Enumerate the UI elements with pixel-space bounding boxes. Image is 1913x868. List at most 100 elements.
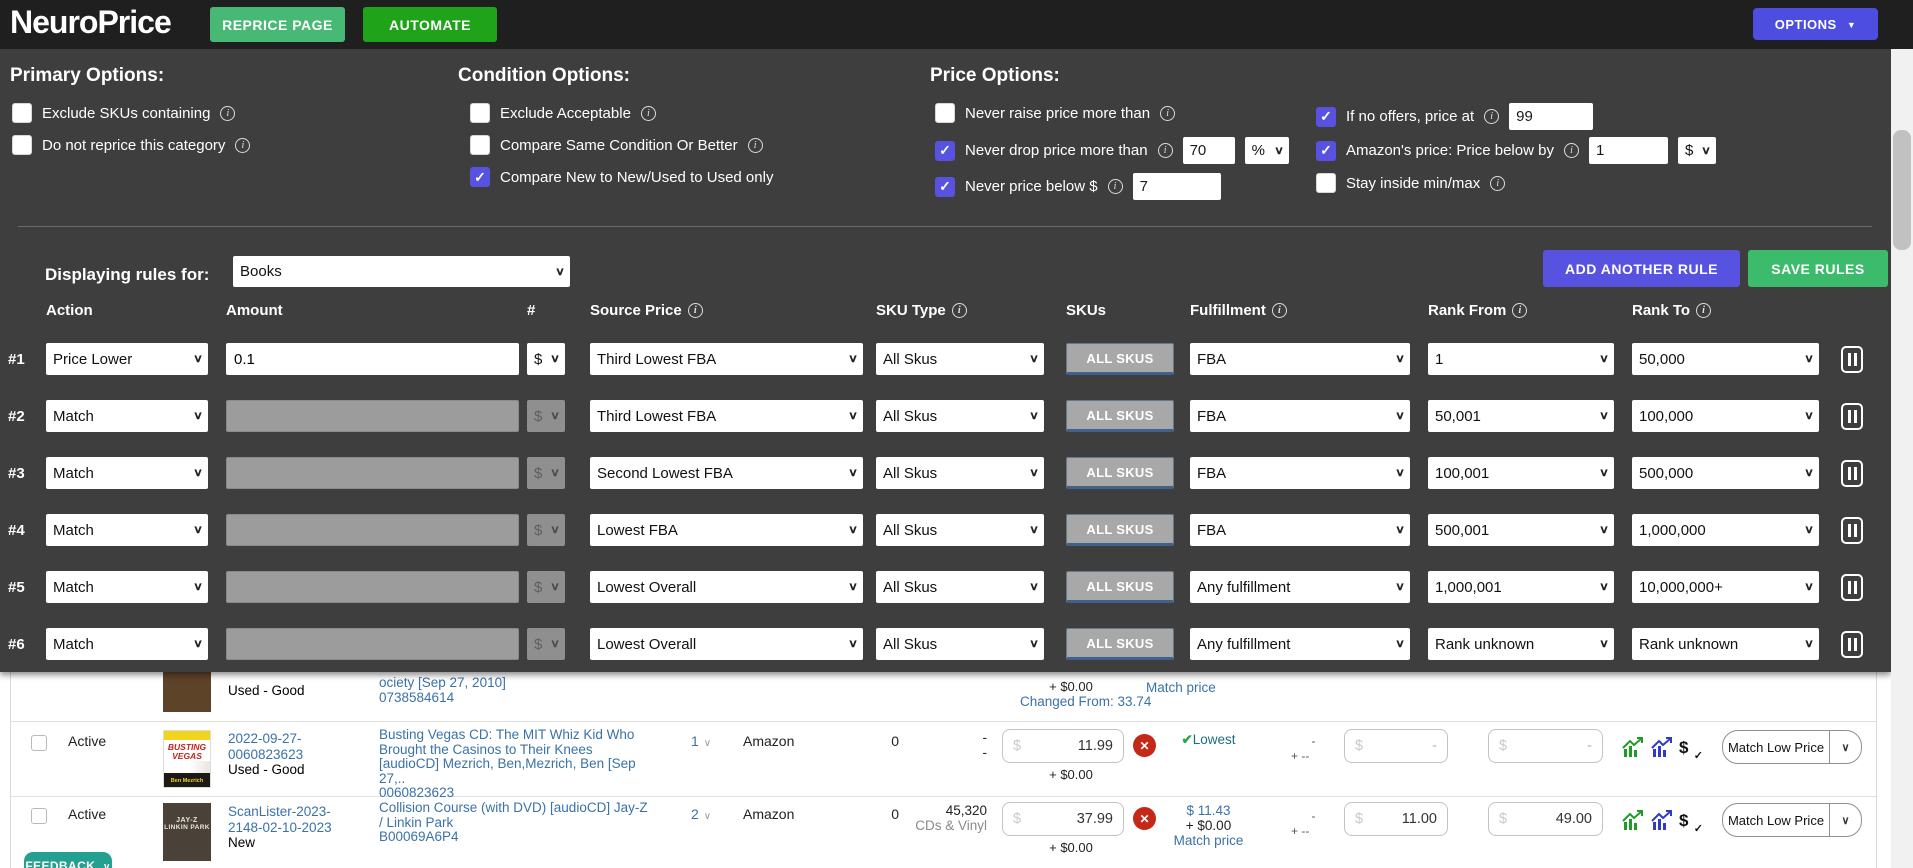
clear-price-icon[interactable]: ✕ (1133, 807, 1156, 830)
info-icon[interactable]: i (1564, 143, 1579, 158)
match-low-price-dropdown[interactable]: ∨ (1829, 731, 1861, 763)
price-history-chart-icon-green[interactable] (1621, 736, 1645, 760)
source-price-select[interactable]: Lowest FBA (590, 514, 863, 546)
dollar-check-icon[interactable]: $✓ (1679, 738, 1699, 758)
never-raise-price-checkbox[interactable] (935, 103, 955, 123)
sku-type-select[interactable]: All Skus (876, 400, 1044, 432)
scrollbar-thumb[interactable] (1893, 130, 1911, 250)
category-select[interactable]: Books (233, 256, 570, 287)
fulfillment-select[interactable]: FBA (1190, 457, 1410, 489)
all-skus-button[interactable]: ALL SKUS (1066, 514, 1174, 546)
info-icon[interactable]: i (1160, 106, 1175, 121)
rank-to-select[interactable]: 10,000,000+ (1632, 571, 1819, 603)
pause-rule-button[interactable] (1841, 403, 1863, 430)
rank-from-select[interactable]: 1,000,001 (1428, 571, 1614, 603)
drop-unit-select[interactable]: % (1245, 137, 1289, 164)
sku-type-select[interactable]: All Skus (876, 514, 1044, 546)
match-low-price-button[interactable]: Match Low Price ∨ (1722, 803, 1862, 837)
price-history-chart-icon-blue[interactable] (1650, 809, 1674, 833)
product-title-link[interactable]: Collision Course (with DVD) [audioCD] Ja… (379, 800, 648, 830)
price-input[interactable]: $ 11.99 (1002, 729, 1124, 763)
no-reprice-category-checkbox[interactable] (12, 135, 32, 155)
sku-type-select[interactable]: All Skus (876, 571, 1044, 603)
action-select[interactable]: Match (46, 400, 208, 432)
fulfillment-select[interactable]: Any fulfillment (1190, 628, 1410, 660)
feedback-button[interactable]: FEEDBACK ∨ (24, 852, 112, 868)
pause-rule-button[interactable] (1841, 631, 1863, 658)
rank-from-select[interactable]: 1 (1428, 343, 1614, 375)
price-input[interactable]: $ 37.99 (1002, 802, 1124, 836)
all-skus-button[interactable]: ALL SKUS (1066, 343, 1174, 375)
price-history-chart-icon-blue[interactable] (1650, 736, 1674, 760)
dollar-check-icon[interactable]: $✓ (1679, 811, 1699, 831)
info-icon[interactable]: i (641, 106, 656, 121)
min-price-input[interactable]: $ 11.00 (1344, 802, 1448, 836)
rank-from-select[interactable]: Rank unknown (1428, 628, 1614, 660)
rank-from-select[interactable]: 500,001 (1428, 514, 1614, 546)
match-low-price-dropdown[interactable]: ∨ (1829, 804, 1861, 836)
exclude-acceptable-checkbox[interactable] (470, 103, 490, 123)
compare-new-to-new-checkbox[interactable]: ✓ (470, 167, 490, 187)
all-skus-button[interactable]: ALL SKUS (1066, 628, 1174, 660)
info-icon[interactable]: i (235, 138, 250, 153)
clear-price-icon[interactable]: ✕ (1133, 734, 1156, 757)
match-low-price-button[interactable]: Match Low Price ∨ (1722, 730, 1862, 764)
fulfillment-select[interactable]: Any fulfillment (1190, 571, 1410, 603)
pause-rule-button[interactable] (1841, 517, 1863, 544)
info-icon[interactable]: i (748, 138, 763, 153)
info-icon[interactable]: i (1490, 176, 1505, 191)
amazon-below-unit-select[interactable]: $ (1678, 137, 1716, 164)
all-skus-button[interactable]: ALL SKUS (1066, 457, 1174, 489)
pause-rule-button[interactable] (1841, 574, 1863, 601)
fulfillment-select[interactable]: FBA (1190, 343, 1410, 375)
fulfillment-select[interactable]: FBA (1190, 514, 1410, 546)
info-icon[interactable]: i (1158, 143, 1173, 158)
never-price-below-checkbox[interactable]: ✓ (935, 177, 955, 197)
info-icon[interactable]: i (952, 303, 967, 318)
quantity-dropdown[interactable]: 1∨ (691, 733, 711, 749)
info-icon[interactable]: i (1108, 179, 1123, 194)
action-select[interactable]: Match (46, 571, 208, 603)
min-price-input[interactable]: $ - (1344, 729, 1448, 763)
action-select[interactable]: Match (46, 457, 208, 489)
sku-text[interactable]: ScanLister-2023- (228, 804, 373, 820)
pause-rule-button[interactable] (1841, 346, 1863, 373)
all-skus-button[interactable]: ALL SKUS (1066, 571, 1174, 603)
fulfillment-select[interactable]: FBA (1190, 400, 1410, 432)
match-price-link[interactable]: Match price (1161, 833, 1256, 848)
no-offers-price-input[interactable] (1509, 103, 1593, 130)
reprice-page-button[interactable]: REPRICE PAGE (210, 7, 345, 42)
info-icon[interactable]: i (688, 303, 703, 318)
rank-from-select[interactable]: 100,001 (1428, 457, 1614, 489)
action-select[interactable]: Match (46, 628, 208, 660)
row-checkbox[interactable] (31, 808, 47, 824)
action-select[interactable]: Price Lower (46, 343, 208, 375)
all-skus-button[interactable]: ALL SKUS (1066, 400, 1174, 432)
source-price-select[interactable]: Third Lowest FBA (590, 343, 863, 375)
quantity-dropdown[interactable]: 2∨ (691, 806, 711, 822)
rank-from-select[interactable]: 50,001 (1428, 400, 1614, 432)
product-title-link[interactable]: Busting Vegas CD: The MIT Whiz Kid Who B… (379, 727, 636, 786)
source-price-select[interactable]: Lowest Overall (590, 628, 863, 660)
source-price-select[interactable]: Lowest Overall (590, 571, 863, 603)
amazon-below-amount-input[interactable] (1589, 137, 1668, 164)
rank-to-select[interactable]: 1,000,000 (1632, 514, 1819, 546)
drop-percent-input[interactable] (1183, 137, 1235, 164)
source-price-select[interactable]: Third Lowest FBA (590, 400, 863, 432)
rank-to-select[interactable]: Rank unknown (1632, 628, 1819, 660)
options-dropdown-button[interactable]: OPTIONS ▼ (1753, 8, 1878, 40)
currency-select[interactable]: $ (527, 343, 565, 375)
add-another-rule-button[interactable]: ADD ANOTHER RULE (1543, 250, 1740, 287)
sku-text[interactable]: 2022-09-27- (228, 731, 373, 747)
source-price-select[interactable]: Second Lowest FBA (590, 457, 863, 489)
max-price-input[interactable]: $ - (1488, 729, 1603, 763)
exclude-skus-checkbox[interactable] (12, 103, 32, 123)
no-offers-price-checkbox[interactable]: ✓ (1316, 107, 1336, 127)
rank-to-select[interactable]: 50,000 (1632, 343, 1819, 375)
action-select[interactable]: Match (46, 514, 208, 546)
info-icon[interactable]: i (1512, 303, 1527, 318)
page-scrollbar[interactable] (1891, 49, 1913, 868)
amount-input[interactable] (226, 343, 519, 375)
pause-rule-button[interactable] (1841, 460, 1863, 487)
save-rules-button[interactable]: SAVE RULES (1748, 250, 1888, 287)
